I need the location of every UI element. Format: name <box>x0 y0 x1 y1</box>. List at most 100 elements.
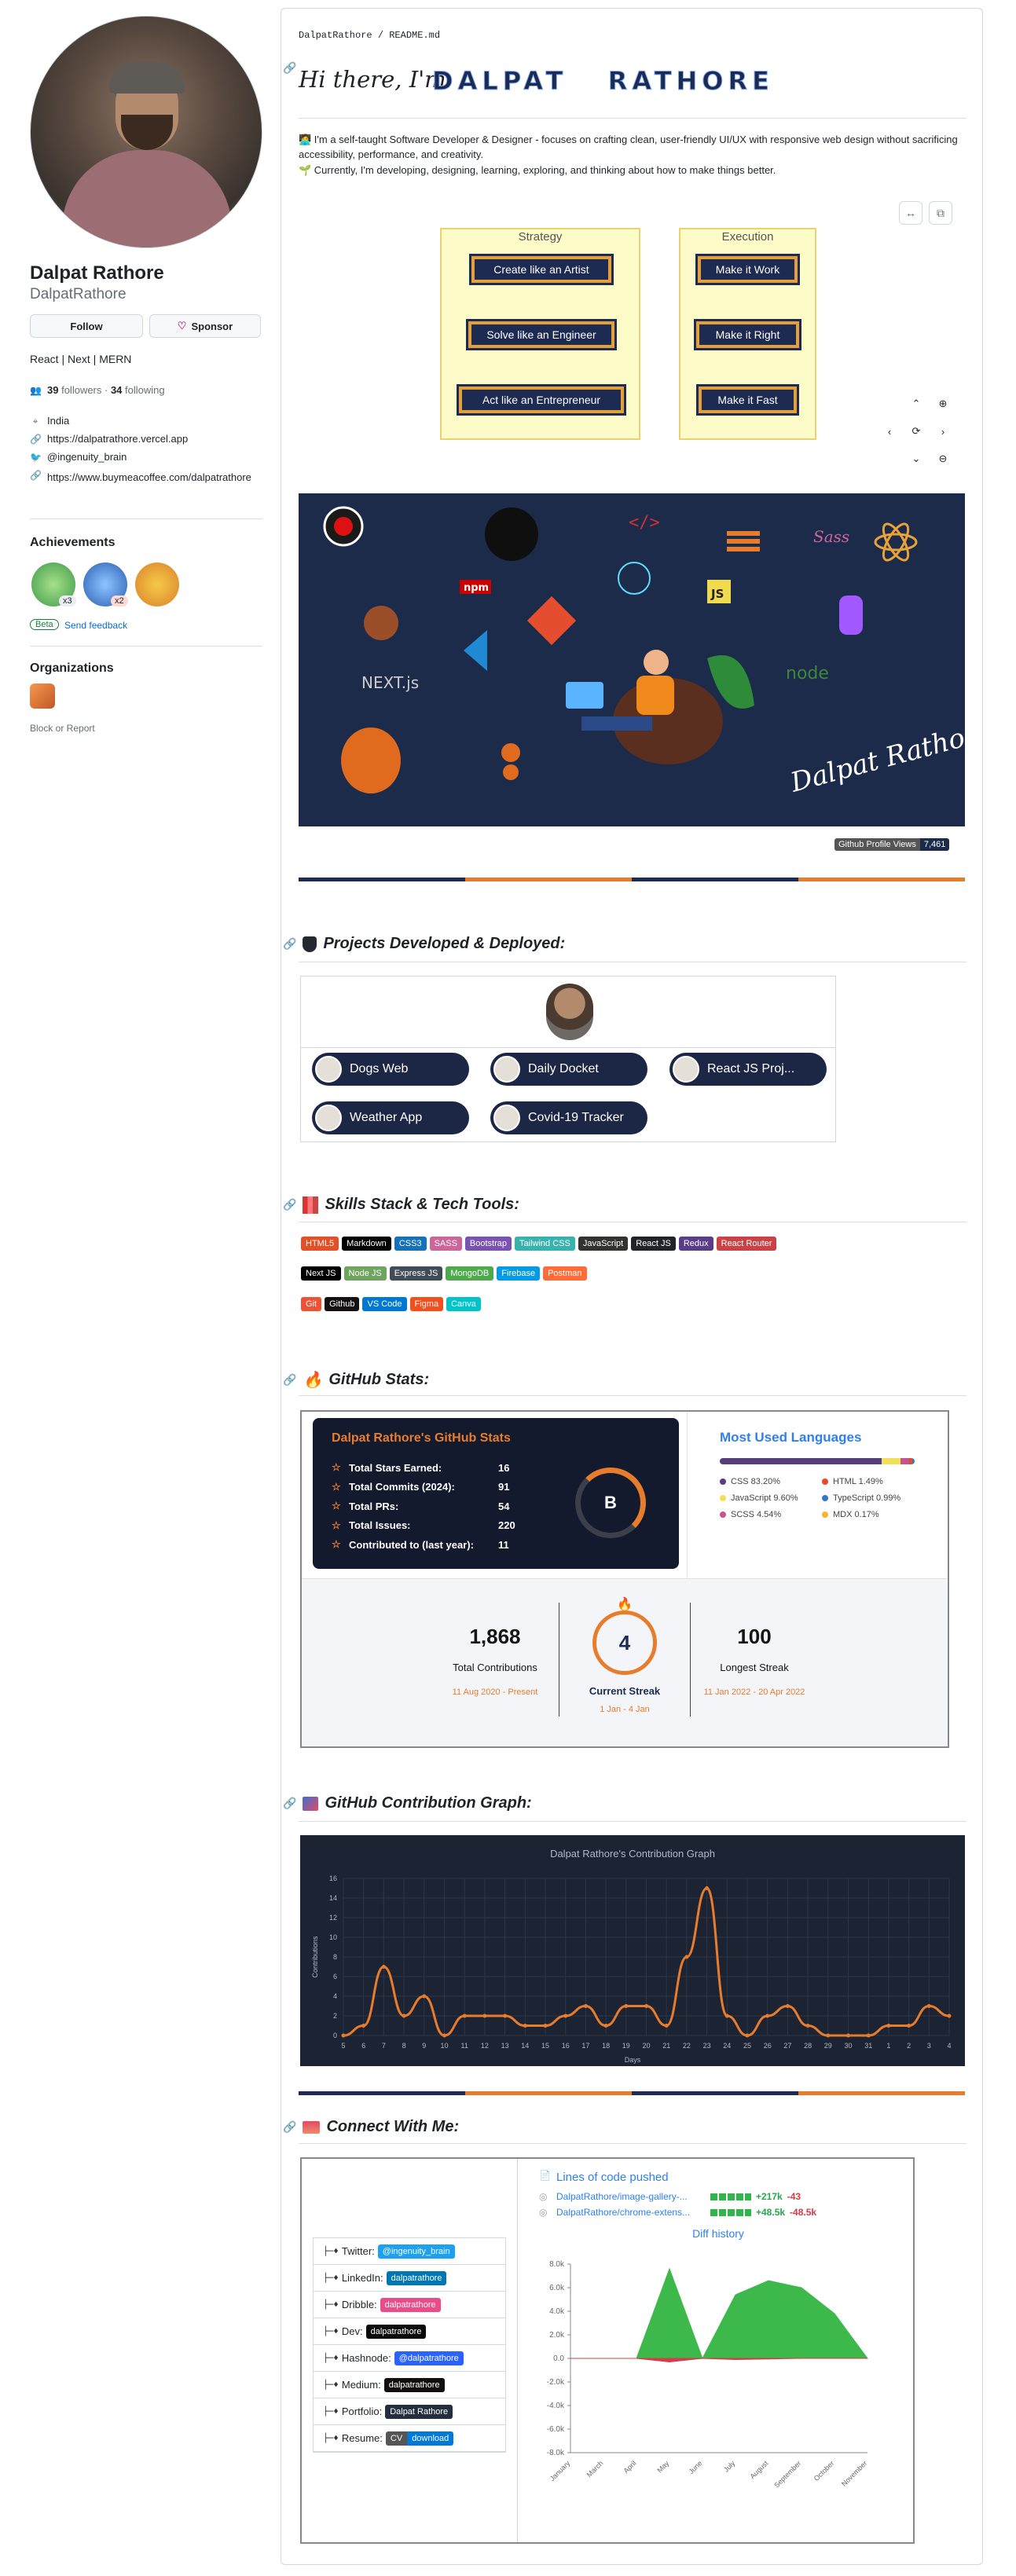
followers-count[interactable]: 39 <box>47 384 58 396</box>
website-link[interactable]: https://dalpatrathore.vercel.app <box>47 433 188 445</box>
profile-views-badge: Github Profile Views 7,461 <box>834 838 950 851</box>
tree-branch: ├─♦ <box>323 2353 339 2363</box>
x-tick-label: 31 <box>864 2042 872 2050</box>
sponsor-button[interactable]: ♡ Sponsor <box>149 314 261 338</box>
x-tick-label: 29 <box>824 2042 832 2050</box>
anchor-link-icon[interactable]: 🔗 <box>283 1797 296 1810</box>
strategy-label: Strategy <box>518 230 563 244</box>
twitter-icon: 🐦 <box>30 451 42 463</box>
stats-grade-ring: B <box>575 1468 646 1538</box>
contribution-point <box>826 2033 831 2038</box>
y-tick-label: -4.0k <box>547 2402 565 2410</box>
copy-icon[interactable]: ⧉ <box>929 201 952 225</box>
project-pill[interactable]: Daily Docket <box>490 1053 647 1086</box>
organization-avatar[interactable] <box>30 683 55 709</box>
skill-badge: Markdown <box>342 1237 391 1251</box>
profile-avatar[interactable] <box>30 16 262 248</box>
y-tick-label: 10 <box>329 1933 337 1941</box>
repo-row[interactable]: ◎ DalpatRathore/image-gallery-... +217k -43 <box>539 2189 853 2204</box>
following-count[interactable]: 34 <box>111 384 122 396</box>
tree-branch: ├─♦ <box>323 2273 339 2283</box>
coffee-link[interactable]: https://www.buymeacoffee.com/dalpatratho… <box>47 470 251 485</box>
anchor-link-icon[interactable]: 🔗 <box>283 937 296 951</box>
tree-branch: ├─♦ <box>323 2246 339 2256</box>
x-tick-label: March <box>585 2459 605 2479</box>
anchor-link-icon[interactable]: 🔗 <box>283 1198 296 1211</box>
npm-logo-text: npm <box>464 582 489 594</box>
stat-icon: ☆ <box>332 1519 341 1531</box>
x-tick-label: 13 <box>501 2042 509 2050</box>
skills-heading: 🔗 Skills Stack & Tech Tools: <box>283 1196 519 1214</box>
skill-badge: VS Code <box>362 1297 407 1311</box>
followers-label[interactable]: followers <box>61 384 101 396</box>
anchor-link-icon[interactable]: 🔗 <box>283 61 296 75</box>
readme-breadcrumb: DalpatRathore / README.md <box>299 30 441 41</box>
block-report-link[interactable]: Block or Report <box>30 723 95 734</box>
achievements-title[interactable]: Achievements <box>30 536 116 550</box>
connect-label: Hashnode: <box>341 2352 391 2364</box>
stats-title: GitHub Stats: <box>328 1371 430 1388</box>
connect-row[interactable]: ├─♦ LinkedIn: dalpatrathore <box>314 2265 505 2292</box>
connect-row[interactable]: ├─♦ Medium: dalpatrathore <box>314 2372 505 2398</box>
project-pill[interactable]: React JS Proj... <box>669 1053 827 1086</box>
pan-down-icon[interactable]: ⌄ <box>906 449 926 469</box>
skill-badge: Express JS <box>389 1266 443 1281</box>
contribution-point <box>846 2033 850 2038</box>
language-legend-item: TypeScript 0.99% <box>822 1493 924 1503</box>
zoom-out-icon[interactable]: ⊖ <box>933 449 953 469</box>
views-count: 7,461 <box>919 838 950 851</box>
follow-button[interactable]: Follow <box>30 314 143 338</box>
x-tick-label: 12 <box>481 2042 489 2050</box>
skill-badge: Firebase <box>497 1266 541 1281</box>
anchor-link-icon[interactable]: 🔗 <box>283 1373 296 1387</box>
language-dot <box>822 1512 828 1518</box>
connect-row[interactable]: ├─♦ Dribble: dalpatrathore <box>314 2292 505 2318</box>
repo-name: DalpatRathore/chrome-extens... <box>556 2207 691 2218</box>
connect-row[interactable]: ├─♦ Portfolio: Dalpat Rathore <box>314 2398 505 2425</box>
connect-label: Portfolio: <box>341 2406 383 2417</box>
projects-heading: 🔗 Projects Developed & Deployed: <box>283 935 565 953</box>
project-pill[interactable]: Covid-19 Tracker <box>490 1101 647 1134</box>
project-icon <box>673 1056 699 1083</box>
x-tick-label: July <box>722 2459 737 2474</box>
intro-paragraph-1: 🧑‍💻 I'm a self-taught Software Developer… <box>299 134 958 160</box>
connect-row[interactable]: ├─♦ Twitter: @ingenuity_brain <box>314 2238 505 2265</box>
views-label: Github Profile Views <box>834 838 920 851</box>
pan-up-icon[interactable]: ⌃ <box>906 394 926 414</box>
book-icon: 📄 <box>539 2170 551 2181</box>
pan-left-icon[interactable]: ‹ <box>879 421 900 442</box>
reset-view-icon[interactable]: ⟳ <box>906 421 926 442</box>
connect-badge: dalpatrathore <box>383 2377 445 2392</box>
connect-label: Dribble: <box>341 2299 377 2310</box>
longest-streak-range: 11 Jan 2022 - 20 Apr 2022 <box>703 1687 805 1697</box>
profile-bio: React | Next | MERN <box>30 353 132 365</box>
x-tick-label: 28 <box>804 2042 812 2050</box>
repo-icon: ◎ <box>539 2191 548 2202</box>
stat-row: ☆ Total PRs: 54 <box>332 1497 528 1516</box>
achievement-quickdraw[interactable] <box>135 562 179 606</box>
connect-row[interactable]: ├─♦ Resume: CV download <box>314 2425 505 2452</box>
expand-horizontal-icon[interactable]: ↔ <box>899 201 922 225</box>
repo-row[interactable]: ◎ DalpatRathore/chrome-extens... +48.5k -48… <box>539 2204 853 2220</box>
project-pill[interactable]: Weather App <box>312 1101 469 1134</box>
connect-row[interactable]: ├─♦ Hashnode: @dalpatrathore <box>314 2345 505 2372</box>
connect-row[interactable]: ├─♦ Dev: dalpatrathore <box>314 2318 505 2345</box>
contribution-point <box>866 2033 871 2038</box>
y-tick-label: 0 <box>333 2032 337 2039</box>
twitter-link[interactable]: @ingenuity_brain <box>47 451 127 463</box>
svg-text:</>: </> <box>629 513 660 533</box>
pan-right-icon[interactable]: › <box>933 421 953 442</box>
following-label[interactable]: following <box>125 384 165 396</box>
project-pill[interactable]: Dogs Web <box>312 1053 469 1086</box>
send-feedback-link[interactable]: Send feedback <box>64 620 127 631</box>
anchor-link-icon[interactable]: 🔗 <box>283 2120 296 2134</box>
contribution-graph-svg: Dalpat Rathore's Contribution Graph02468… <box>311 1848 952 2064</box>
zoom-in-icon[interactable]: ⊕ <box>933 394 953 414</box>
project-label: Covid-19 Tracker <box>528 1111 624 1124</box>
twitter-row: 🐦 @ingenuity_brain <box>30 451 127 463</box>
tech-banner-image[interactable]: </> Sass npm JS NEXT.js node Dalpat Rath… <box>299 493 996 826</box>
breadcrumb-user[interactable]: DalpatRathore <box>299 30 372 41</box>
x-tick-label: 30 <box>844 2042 852 2050</box>
mail-icon <box>303 2120 321 2134</box>
x-tick-label: 7 <box>382 2042 386 2050</box>
